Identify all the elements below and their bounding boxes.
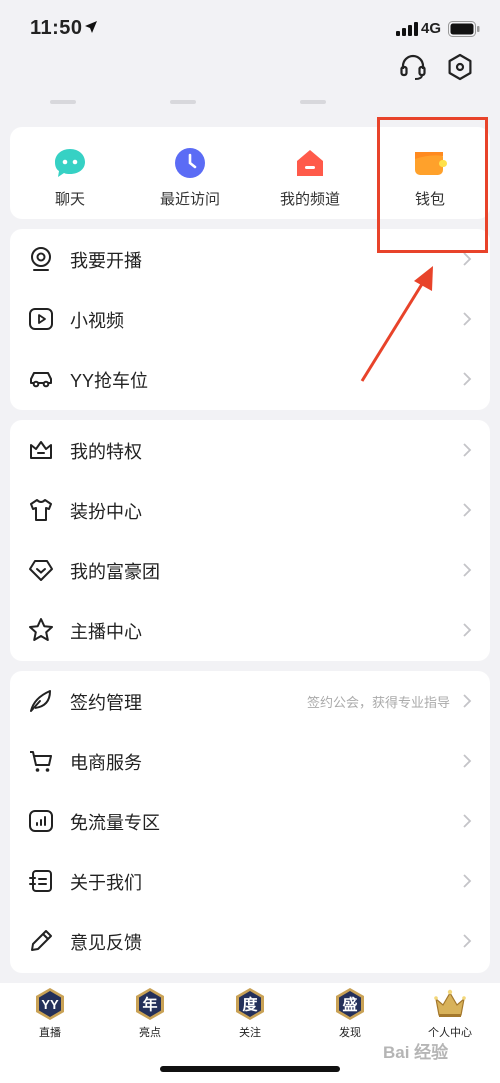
tab-discover[interactable]: 盛 发现 (300, 983, 400, 1043)
tshirt-icon (30, 499, 52, 521)
chevron-right-icon (463, 503, 472, 517)
chevron-right-icon (463, 934, 472, 948)
chevron-right-icon (463, 623, 472, 637)
quick-label: 最近访问 (159, 191, 220, 208)
chevron-right-icon (463, 443, 472, 457)
video-play-icon (29, 308, 53, 330)
network-type: 4G (421, 20, 442, 37)
quick-recent[interactable]: 最近访问 (130, 127, 250, 219)
degree-badge-icon: 度 (236, 988, 264, 1020)
watermark: Bai 经验 (383, 1043, 449, 1062)
chevron-right-icon (463, 874, 472, 888)
menu-label: YY抢车位 (70, 371, 149, 391)
menu-label: 主播中心 (70, 622, 142, 642)
menu-label: 我要开播 (70, 251, 142, 271)
svg-text:度: 度 (242, 996, 258, 1014)
status-time: 11:50 (30, 17, 83, 39)
menu-item-contract[interactable]: 签约管理 签约公会，获得专业指导 (10, 671, 490, 731)
menu-item-dressup[interactable]: 装扮中心 (10, 480, 490, 540)
tab-highlights[interactable]: 年 亮点 (100, 983, 200, 1043)
menu-item-anchor-center[interactable]: 主播中心 (10, 600, 490, 660)
cart-icon (30, 751, 52, 772)
feather-icon (30, 690, 51, 712)
tab-label: 关注 (239, 1027, 261, 1039)
menu-label: 免流量专区 (70, 813, 160, 833)
wallet-highlight-box (377, 117, 488, 253)
info-card-icon (29, 870, 52, 892)
menu-label: 电商服务 (70, 753, 142, 773)
settings-icon[interactable] (445, 52, 475, 82)
svg-text:盛: 盛 (342, 996, 357, 1014)
car-icon (30, 372, 52, 388)
home-indicator[interactable] (160, 1066, 340, 1072)
webcam-icon (31, 247, 51, 271)
menu-item-privileges[interactable]: 我的特权 (10, 420, 490, 480)
menu-label: 签约管理 (70, 693, 142, 713)
crown-badge-icon (434, 989, 466, 1017)
location-arrow-icon (85, 21, 97, 33)
pencil-icon (31, 930, 52, 951)
menu-item-ecommerce[interactable]: 电商服务 (10, 731, 490, 791)
signal-icon (396, 22, 418, 36)
crown-icon (30, 441, 52, 459)
menu-label: 我的特权 (70, 442, 142, 462)
quick-chat[interactable]: 聊天 (10, 127, 130, 219)
diamond-icon (29, 560, 53, 581)
menu-group-3: 签约管理 签约公会，获得专业指导 电商服务 免流量专区 关于我们 意见反馈 (10, 671, 490, 973)
chevron-right-icon (463, 694, 472, 708)
headset-icon[interactable] (398, 52, 428, 82)
chevron-right-icon (463, 563, 472, 577)
chevron-right-icon (463, 312, 472, 326)
tab-profile[interactable]: 个人中心 (400, 983, 500, 1043)
menu-subtitle: 签约公会，获得专业指导 (306, 695, 450, 710)
chevron-right-icon (463, 814, 472, 828)
clock-icon (175, 148, 205, 178)
quick-channel[interactable]: 我的频道 (250, 127, 370, 219)
menu-item-short-video[interactable]: 小视频 (10, 289, 490, 349)
menu-label: 小视频 (70, 311, 124, 331)
menu-item-parking[interactable]: YY抢车位 (10, 349, 490, 409)
menu-item-about[interactable]: 关于我们 (10, 851, 490, 911)
menu-group-1: 我要开播 小视频 YY抢车位 (10, 229, 490, 410)
chevron-right-icon (463, 754, 472, 768)
tab-label: 亮点 (139, 1027, 161, 1039)
menu-item-free-data[interactable]: 免流量专区 (10, 791, 490, 851)
tab-follow[interactable]: 度 关注 (200, 983, 300, 1043)
menu-group-2: 我的特权 装扮中心 我的富豪团 主播中心 (10, 420, 490, 661)
yy-badge-icon: YY (36, 988, 64, 1020)
status-bar: 11:50 4G (0, 0, 500, 60)
data-chart-icon (29, 810, 53, 832)
svg-text:年: 年 (142, 996, 157, 1014)
chevron-right-icon (463, 372, 472, 386)
svg-text:YY: YY (41, 997, 59, 1012)
star-icon (29, 618, 53, 641)
scroll-residue (40, 100, 340, 106)
menu-label: 装扮中心 (70, 502, 142, 522)
chevron-right-icon (463, 252, 472, 266)
chat-bubble-icon (55, 149, 85, 177)
quick-label: 我的频道 (279, 191, 340, 208)
menu-label: 我的富豪团 (70, 562, 160, 582)
menu-item-rich-club[interactable]: 我的富豪团 (10, 540, 490, 600)
menu-label: 关于我们 (70, 873, 142, 893)
battery-icon (448, 21, 480, 37)
grand-badge-icon: 盛 (336, 988, 364, 1020)
year-badge-icon: 年 (136, 988, 164, 1020)
menu-item-feedback[interactable]: 意见反馈 (10, 911, 490, 971)
quick-label: 聊天 (54, 191, 85, 208)
tab-label: 直播 (39, 1027, 61, 1039)
menu-label: 意见反馈 (70, 933, 142, 953)
house-icon (297, 150, 323, 176)
tab-live[interactable]: YY 直播 (0, 983, 100, 1043)
